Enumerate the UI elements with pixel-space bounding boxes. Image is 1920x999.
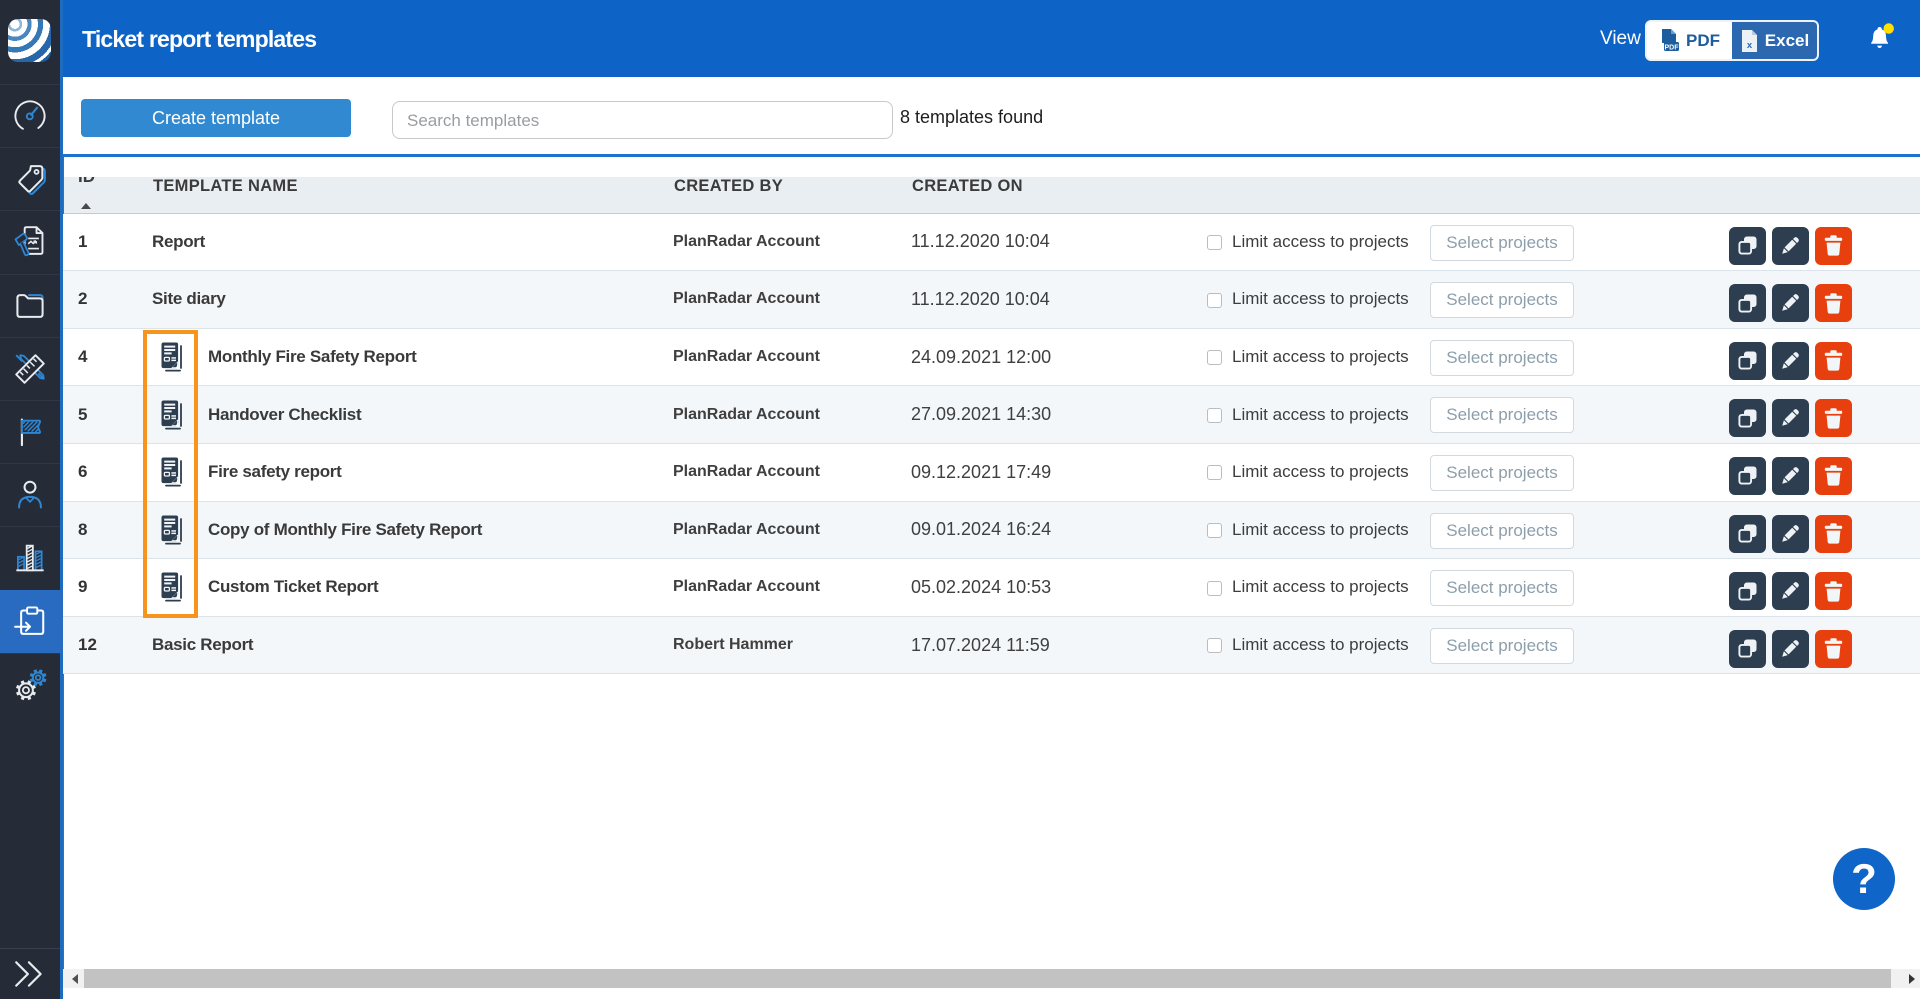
svg-text:x: x xyxy=(1747,40,1753,51)
svg-text:PDF: PDF xyxy=(1665,44,1680,51)
